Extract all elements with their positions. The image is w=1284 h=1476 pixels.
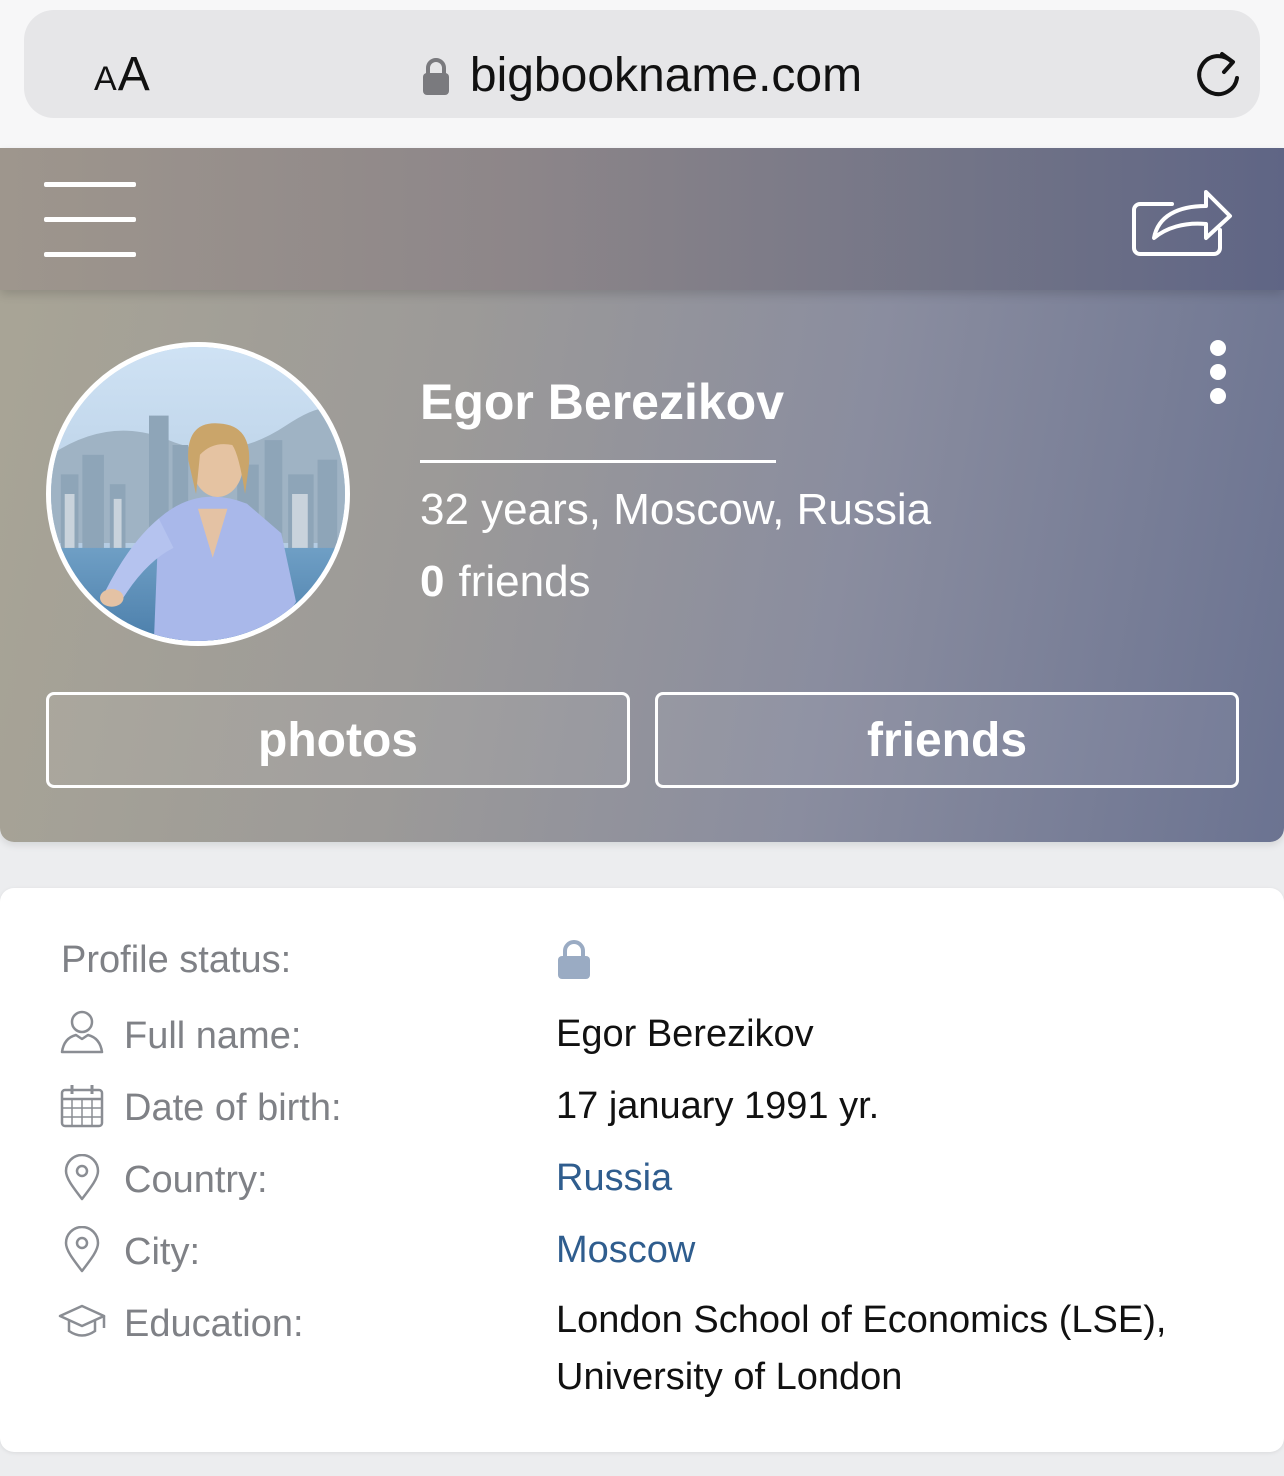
location-pin-icon [64,1154,100,1201]
info-value: 17 january 1991 yr. [556,1085,880,1127]
lock-icon [558,940,590,979]
profile-header: Egor Berezikov 32 years, Moscow, Russia … [0,148,1284,842]
calendar-icon [60,1085,104,1128]
city-link[interactable]: Moscow [556,1222,1246,1279]
info-label: Education: [124,1303,304,1345]
friends-count-link[interactable]: 0 friends [420,554,591,610]
person-icon [60,1010,104,1054]
friends-count-label: friends [458,557,591,606]
share-icon[interactable] [1128,178,1236,262]
url-text: bigbookname.com [469,49,863,102]
graduation-cap-icon [58,1304,106,1337]
education-line-1: London School of Economics (LSE), [556,1299,1167,1341]
avatar[interactable] [46,342,350,646]
info-value: Egor Berezikov [556,1013,814,1055]
hamburger-menu-icon[interactable] [44,182,136,258]
country-link[interactable]: Russia [556,1150,1246,1207]
address-bar[interactable]: AA bigbookname.com [24,10,1260,118]
info-label: Date of birth: [124,1087,342,1129]
profile-name: Egor Berezikov [420,374,785,430]
photos-button[interactable]: photos [46,692,630,788]
location-pin-icon [64,1226,100,1273]
name-divider [420,460,776,463]
more-options-icon[interactable] [1206,340,1230,404]
friends-button[interactable]: friends [655,692,1239,788]
lock-icon [422,58,449,95]
profile-info-card: Profile status: Full name: Egor Bereziko… [0,888,1284,1452]
browser-toolbar: AA bigbookname.com [0,0,1284,148]
education-line-2: University of London [556,1356,903,1398]
info-label: Profile status: [61,939,292,981]
profile-photo [51,347,345,641]
info-label: Full name: [124,1015,302,1057]
site-navbar [0,148,1284,290]
profile-age-location: 32 years, Moscow, Russia [420,485,932,534]
info-value-education: London School of Economics (LSE), Univer… [556,1292,1246,1406]
url-display[interactable]: bigbookname.com [24,48,1260,104]
info-label: City: [124,1231,200,1273]
reload-icon[interactable] [1192,46,1244,102]
info-label: Country: [124,1159,268,1201]
friends-count: 0 [420,557,445,606]
